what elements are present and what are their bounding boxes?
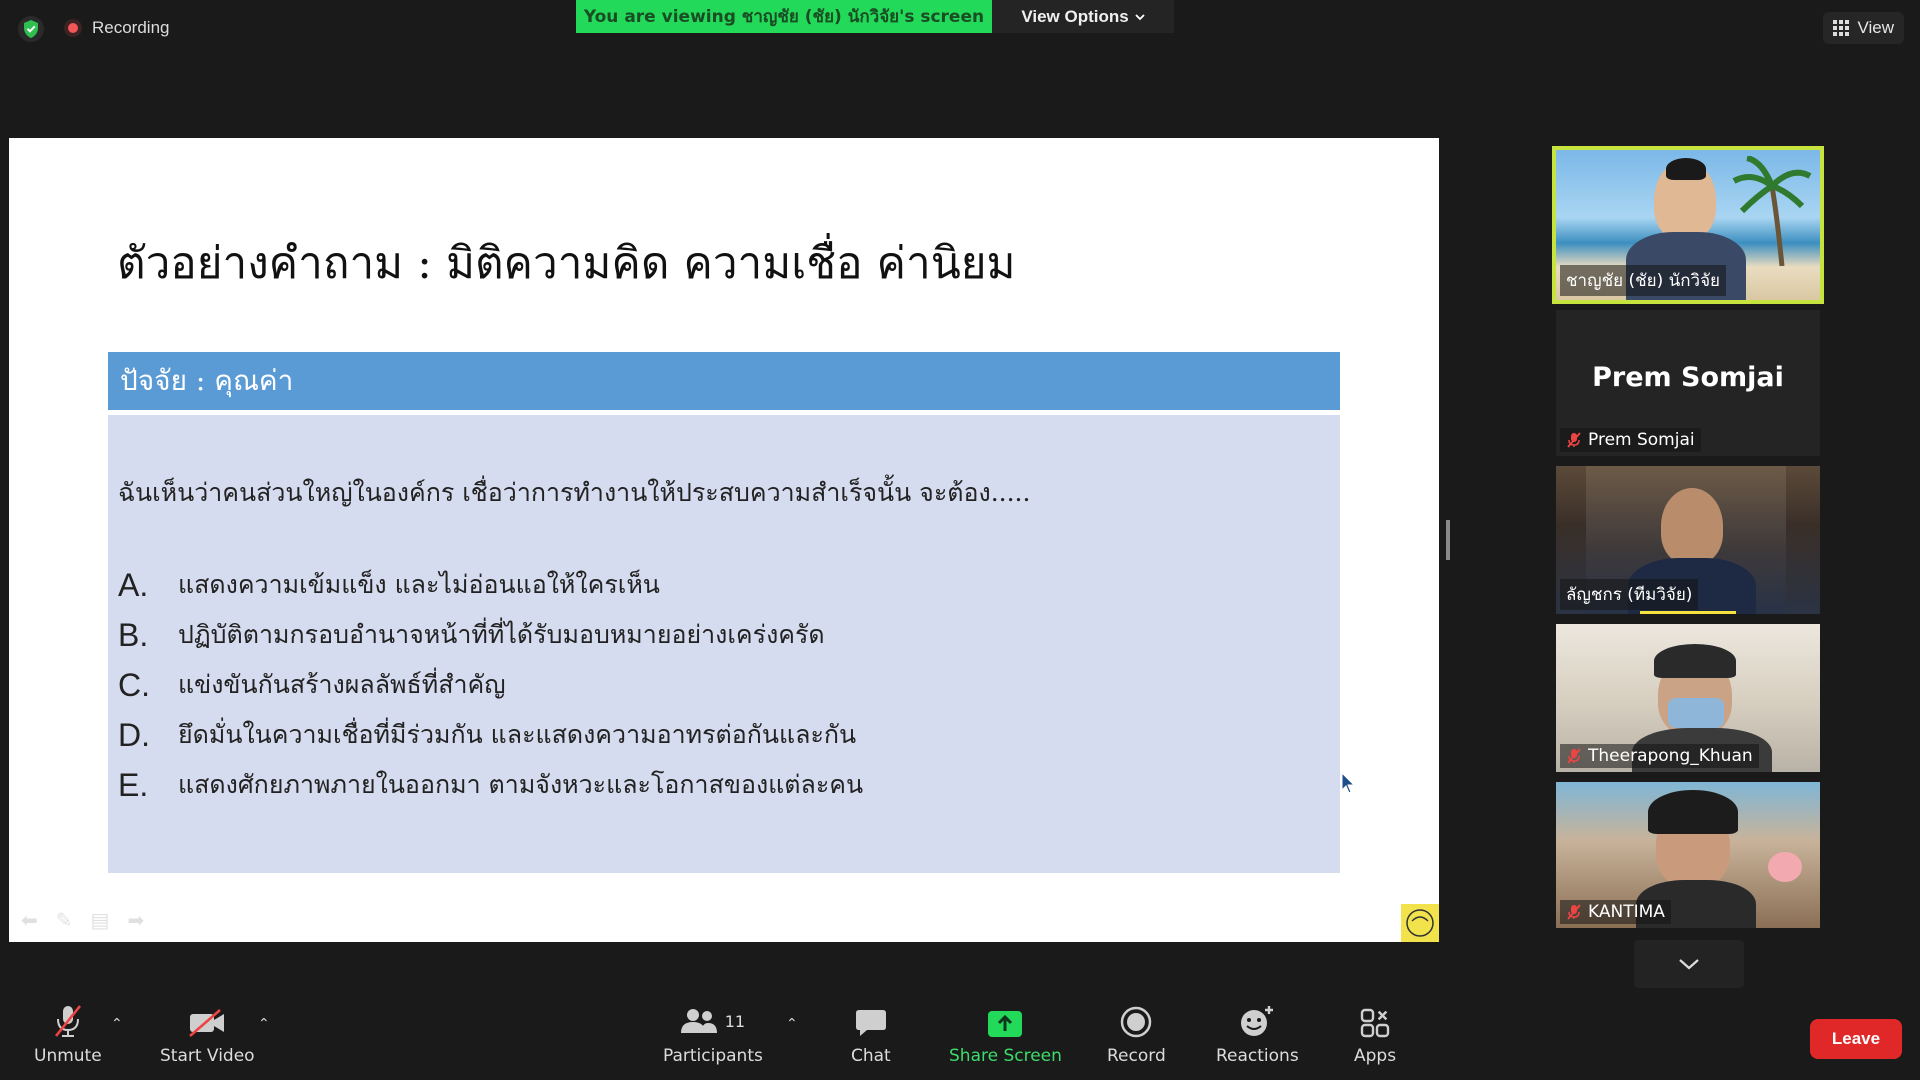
record-button[interactable]: Record	[1107, 1004, 1166, 1066]
palm-tree-background	[1732, 156, 1812, 266]
chat-button[interactable]: Chat	[851, 1004, 891, 1066]
audio-options-caret-icon[interactable]: ⌃	[111, 1016, 123, 1032]
option-text: แสดงความเข้มแข็ง และไม่อ่อนแอให้ใครเห็น	[178, 570, 660, 599]
view-options-button[interactable]: View Options	[992, 0, 1174, 33]
start-video-label: Start Video	[160, 1046, 255, 1066]
logo-icon	[1406, 909, 1434, 937]
option-c: C. แข่งขันกันสร้างผลลัพธ์ที่สำคัญ	[118, 665, 506, 705]
view-label: View	[1857, 18, 1894, 37]
mic-muted-icon	[1567, 432, 1581, 448]
apps-label: Apps	[1354, 1046, 1397, 1066]
leave-button[interactable]: Leave	[1810, 1019, 1902, 1059]
flower-decoration	[1768, 852, 1802, 882]
participants-icon	[680, 1009, 717, 1033]
face-mask	[1668, 698, 1724, 728]
chat-icon	[855, 1010, 886, 1036]
mouse-cursor-icon	[1341, 772, 1355, 794]
participant-tile-active-speaker[interactable]: ชาญชัย (ชัย) นักวิจัย	[1552, 146, 1824, 304]
chat-label: Chat	[851, 1046, 891, 1066]
question-text: ฉันเห็นว่าคนส่วนใหญ่ในองค์กร เชื่อว่าการ…	[118, 478, 1031, 507]
participants-button[interactable]: 11 Participants	[663, 1004, 763, 1066]
panel-splitter-handle[interactable]	[1446, 520, 1450, 560]
next-slide-icon[interactable]: ➡	[127, 908, 144, 932]
more-participants-button[interactable]	[1634, 940, 1744, 988]
option-letter: D.	[118, 716, 150, 753]
chevron-down-icon	[1135, 13, 1145, 20]
share-screen-button[interactable]: Share Screen	[949, 1004, 1062, 1066]
video-off-icon	[189, 1009, 225, 1037]
option-letter: E.	[118, 766, 149, 803]
participants-options-caret-icon[interactable]: ⌃	[786, 1016, 798, 1032]
option-letter: B.	[118, 616, 149, 653]
mic-muted-icon	[1567, 748, 1581, 764]
mic-muted-icon	[54, 1005, 81, 1037]
option-e: E. แสดงศักยภาพภายในออกมา ตามจังหวะและโอก…	[118, 765, 863, 805]
participant-name: ชาญชัย (ชัย) นักวิจัย	[1566, 271, 1721, 291]
shared-screen-slide[interactable]: ตัวอย่างคำถาม : มิติความคิด ความเชื่อ ค่…	[9, 138, 1439, 942]
participant-cap	[1654, 644, 1736, 678]
participant-name-label: Theerapong_Khuan	[1560, 744, 1759, 768]
participant-tile[interactable]: ลัญชกร (ทีมวิจัย)	[1556, 466, 1820, 614]
participant-tile[interactable]: Theerapong_Khuan	[1556, 624, 1820, 772]
participant-name-label: ชาญชัย (ชัย) นักวิจัย	[1560, 265, 1727, 296]
option-d: D. ยึดมั่นในความเชื่อที่มีร่วมกัน และแสด…	[118, 715, 856, 755]
option-letter: C.	[118, 666, 150, 703]
apps-icon	[1360, 1008, 1390, 1038]
reactions-button[interactable]: Reactions	[1216, 1004, 1299, 1066]
record-dot-icon	[64, 19, 82, 37]
pen-icon[interactable]: ✎	[56, 908, 73, 932]
record-icon	[1121, 1006, 1152, 1038]
share-screen-icon	[988, 1011, 1023, 1037]
participant-hair	[1666, 158, 1706, 180]
option-text: แข่งขันกันสร้างผลลัพธ์ที่สำคัญ	[178, 670, 506, 699]
start-video-button[interactable]: Start Video	[160, 1004, 255, 1066]
participant-count: 11	[724, 1011, 746, 1031]
recording-label: Recording	[92, 18, 170, 37]
factor-header: ปัจจัย : คุณค่า	[108, 352, 1340, 410]
slide-nav-controls[interactable]: ⬅ ✎ ▤ ➡	[21, 908, 144, 932]
participant-face	[1661, 488, 1723, 564]
option-text: ยึดมั่นในความเชื่อที่มีร่วมกัน และแสดงคว…	[178, 720, 857, 749]
participant-name-label: KANTIMA	[1560, 900, 1671, 924]
apps-button[interactable]: Apps	[1354, 1004, 1396, 1066]
participant-name-label: Prem Somjai	[1560, 428, 1701, 452]
grid-icon	[1833, 20, 1850, 36]
view-button[interactable]: View	[1823, 12, 1904, 44]
unmute-button[interactable]: Unmute	[34, 1004, 102, 1066]
participants-label: Participants	[663, 1046, 763, 1066]
participant-display-name: Prem Somjai	[1592, 362, 1784, 393]
option-letter: A.	[118, 566, 149, 603]
menu-icon[interactable]: ▤	[91, 908, 110, 932]
prev-slide-icon[interactable]: ⬅	[21, 908, 38, 932]
slide-logo	[1401, 904, 1439, 942]
participant-name-label: ลัญชกร (ทีมวิจัย)	[1560, 579, 1699, 610]
reactions-label: Reactions	[1216, 1046, 1299, 1066]
shield-icon	[24, 20, 38, 38]
question-box: ฉันเห็นว่าคนส่วนใหญ่ในองค์กร เชื่อว่าการ…	[108, 415, 1340, 873]
option-text: แสดงศักยภาพภายในออกมา ตามจังหวะและโอกาสข…	[178, 770, 864, 799]
participant-name: Prem Somjai	[1588, 430, 1695, 450]
participant-name: ลัญชกร (ทีมวิจัย)	[1566, 585, 1693, 605]
unmute-label: Unmute	[34, 1046, 102, 1066]
chevron-down-icon	[1679, 959, 1699, 970]
option-text: ปฏิบัติตามกรอบอำนาจหน้าที่ที่ได้รับมอบหม…	[178, 620, 825, 649]
reactions-icon	[1241, 1006, 1274, 1036]
view-options-label: View Options	[1021, 6, 1129, 26]
participant-name: Theerapong_Khuan	[1588, 746, 1753, 766]
participant-tile[interactable]: KANTIMA	[1556, 782, 1820, 928]
participant-hair	[1648, 790, 1738, 834]
share-screen-label: Share Screen	[949, 1046, 1062, 1066]
option-a: A. แสดงความเข้มแข็ง และไม่อ่อนแอให้ใครเห…	[118, 565, 660, 605]
encryption-shield-icon[interactable]	[18, 16, 44, 42]
video-options-caret-icon[interactable]: ⌃	[258, 1016, 270, 1032]
slide-title: ตัวอย่างคำถาม : มิติความคิด ความเชื่อ ค่…	[117, 238, 1016, 289]
recording-indicator[interactable]: Recording	[64, 18, 170, 38]
participant-tile[interactable]: Prem Somjai Prem Somjai	[1556, 310, 1820, 456]
option-b: B. ปฏิบัติตามกรอบอำนาจหน้าที่ที่ได้รับมอ…	[118, 615, 825, 655]
speaking-indicator	[1640, 611, 1736, 614]
participant-name: KANTIMA	[1588, 902, 1665, 922]
viewing-screen-banner: You are viewing ชาญชัย (ชัย) นักวิจัย's …	[576, 0, 992, 33]
mic-muted-icon	[1567, 904, 1581, 920]
record-label: Record	[1107, 1046, 1166, 1066]
